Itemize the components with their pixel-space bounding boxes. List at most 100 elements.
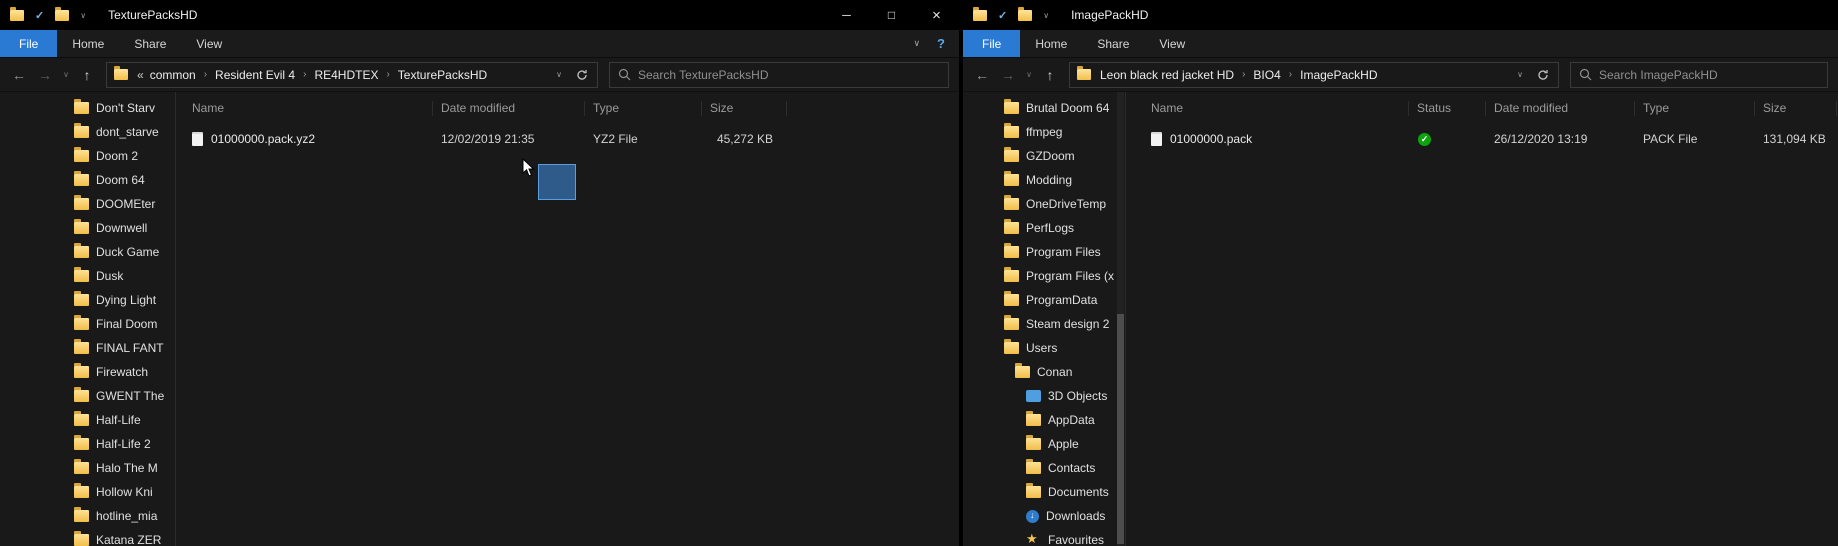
tree-item[interactable]: Katana ZER bbox=[0, 528, 175, 546]
quick-access-toolbar-chevron-icon[interactable]: ∨ bbox=[80, 11, 86, 20]
tree-item[interactable]: Documents bbox=[963, 480, 1125, 504]
tree-item[interactable]: FINAL FANT bbox=[0, 336, 175, 360]
tree-item[interactable]: Half-Life 2 bbox=[0, 432, 175, 456]
breadcrumb-segment[interactable]: RE4HDTEX bbox=[312, 68, 380, 82]
tree-item[interactable]: Program Files bbox=[963, 240, 1125, 264]
tab-view[interactable]: View bbox=[1144, 30, 1200, 57]
new-folder-icon[interactable] bbox=[55, 6, 70, 21]
tab-home[interactable]: Home bbox=[1020, 30, 1082, 57]
tree-item-label: Dying Light bbox=[96, 293, 157, 307]
tree-item[interactable]: Conan bbox=[963, 360, 1125, 384]
tree-item[interactable]: Doom 64 bbox=[0, 168, 175, 192]
tree-item[interactable]: Users bbox=[963, 336, 1125, 360]
recent-locations-icon[interactable]: ∨ bbox=[58, 70, 74, 79]
tree-item[interactable]: Favourites bbox=[963, 528, 1125, 546]
folder-icon bbox=[74, 219, 89, 234]
column-header-type[interactable]: Type bbox=[1635, 100, 1755, 116]
breadcrumb-overflow-icon[interactable]: « bbox=[137, 68, 144, 82]
column-header-status[interactable]: Status bbox=[1409, 100, 1486, 116]
back-button[interactable]: ← bbox=[6, 67, 32, 83]
properties-icon[interactable]: ✓ bbox=[35, 9, 44, 22]
tree-item[interactable]: Dusk bbox=[0, 264, 175, 288]
column-header-type[interactable]: Type bbox=[585, 100, 702, 116]
search-box bbox=[609, 61, 949, 88]
breadcrumb-segment[interactable]: Leon black red jacket HD bbox=[1098, 68, 1236, 82]
tree-item[interactable]: GWENT The bbox=[0, 384, 175, 408]
breadcrumb-segment[interactable]: TexturePacksHD bbox=[396, 68, 489, 82]
minimize-button[interactable]: ─ bbox=[824, 0, 869, 30]
breadcrumb-segment[interactable]: common bbox=[148, 68, 198, 82]
tree-item[interactable]: Downwell bbox=[0, 216, 175, 240]
tree-item[interactable]: Don't Starv bbox=[0, 96, 175, 120]
forward-button[interactable]: → bbox=[32, 67, 58, 83]
tree-item[interactable]: Final Doom bbox=[0, 312, 175, 336]
address-dropdown-icon[interactable]: ∨ bbox=[1508, 70, 1532, 79]
tree-item[interactable]: Steam design 2 bbox=[963, 312, 1125, 336]
tree-item[interactable]: Brutal Doom 64 bbox=[963, 96, 1125, 120]
back-button[interactable]: ← bbox=[969, 67, 995, 83]
tree-item[interactable]: hotline_mia bbox=[0, 504, 175, 528]
tree-item[interactable]: dont_starve bbox=[0, 120, 175, 144]
tree-item[interactable]: Modding bbox=[963, 168, 1125, 192]
tree-item[interactable]: Downloads bbox=[963, 504, 1125, 528]
tree-item[interactable]: GZDoom bbox=[963, 144, 1125, 168]
search-input[interactable] bbox=[638, 67, 940, 82]
tree-item[interactable]: Firewatch bbox=[0, 360, 175, 384]
column-header-size[interactable]: Size bbox=[702, 100, 787, 116]
recent-locations-icon[interactable]: ∨ bbox=[1021, 70, 1037, 79]
file-row[interactable]: 01000000.pack ✓ 26/12/2020 13:19 PACK Fi… bbox=[1126, 126, 1838, 152]
column-header-name[interactable]: Name bbox=[176, 100, 433, 116]
column-header-date-modified[interactable]: Date modified bbox=[433, 100, 585, 116]
up-button[interactable]: ↑ bbox=[74, 67, 100, 83]
up-button[interactable]: ↑ bbox=[1037, 67, 1063, 83]
forward-button[interactable]: → bbox=[995, 67, 1021, 83]
refresh-icon[interactable] bbox=[571, 69, 593, 81]
properties-icon[interactable]: ✓ bbox=[998, 9, 1007, 22]
tree-item[interactable]: Duck Game bbox=[0, 240, 175, 264]
address-bar[interactable]: Leon black red jacket HD › BIO4 › ImageP… bbox=[1069, 61, 1559, 88]
tree-item[interactable]: Program Files (x bbox=[963, 264, 1125, 288]
ribbon-expand-icon[interactable]: ∨ bbox=[913, 38, 920, 49]
help-icon[interactable]: ? bbox=[937, 36, 945, 51]
folder-icon bbox=[1004, 291, 1019, 306]
refresh-icon[interactable] bbox=[1532, 69, 1554, 81]
tree-item[interactable]: PerfLogs bbox=[963, 216, 1125, 240]
breadcrumb-segment[interactable]: Resident Evil 4 bbox=[213, 68, 297, 82]
column-header-size[interactable]: Size bbox=[1755, 100, 1837, 116]
file-row[interactable]: 01000000.pack.yz2 12/02/2019 21:35 YZ2 F… bbox=[176, 126, 959, 152]
folder-icon bbox=[74, 291, 89, 306]
tree-item[interactable]: Hollow Kni bbox=[0, 480, 175, 504]
tree-item[interactable]: Half-Life bbox=[0, 408, 175, 432]
tree-item[interactable]: OneDriveTemp bbox=[963, 192, 1125, 216]
tree-item[interactable]: Halo The M bbox=[0, 456, 175, 480]
column-header-name[interactable]: Name bbox=[1126, 100, 1409, 116]
tree-item[interactable]: ProgramData bbox=[963, 288, 1125, 312]
tree-item[interactable]: Contacts bbox=[963, 456, 1125, 480]
tab-share[interactable]: Share bbox=[119, 30, 181, 57]
breadcrumb-segment[interactable]: ImagePackHD bbox=[1298, 68, 1379, 82]
tab-home[interactable]: Home bbox=[57, 30, 119, 57]
sidebar-scrollbar-thumb[interactable] bbox=[1117, 314, 1124, 544]
tree-item[interactable]: ffmpeg bbox=[963, 120, 1125, 144]
tree-item[interactable]: 3D Objects bbox=[963, 384, 1125, 408]
tree-item[interactable]: Doom 2 bbox=[0, 144, 175, 168]
tab-view[interactable]: View bbox=[181, 30, 237, 57]
column-header-date-modified[interactable]: Date modified bbox=[1486, 100, 1635, 116]
new-folder-icon[interactable] bbox=[1018, 6, 1033, 21]
folder-icon bbox=[1004, 219, 1019, 234]
search-input[interactable] bbox=[1599, 67, 1819, 82]
tree-item[interactable]: AppData bbox=[963, 408, 1125, 432]
close-button[interactable]: × bbox=[914, 0, 959, 30]
tab-share[interactable]: Share bbox=[1082, 30, 1144, 57]
tree-item[interactable]: DOOMEter bbox=[0, 192, 175, 216]
tab-file[interactable]: File bbox=[0, 30, 58, 57]
tab-file[interactable]: File bbox=[963, 30, 1021, 57]
breadcrumb-segment[interactable]: BIO4 bbox=[1251, 68, 1282, 82]
address-bar[interactable]: « common › Resident Evil 4 › RE4HDTEX › … bbox=[106, 61, 598, 88]
maximize-button[interactable]: □ bbox=[869, 0, 914, 30]
quick-access-toolbar-chevron-icon[interactable]: ∨ bbox=[1043, 11, 1049, 20]
folder-icon bbox=[1004, 99, 1019, 114]
tree-item[interactable]: Apple bbox=[963, 432, 1125, 456]
tree-item[interactable]: Dying Light bbox=[0, 288, 175, 312]
address-dropdown-icon[interactable]: ∨ bbox=[547, 70, 571, 79]
